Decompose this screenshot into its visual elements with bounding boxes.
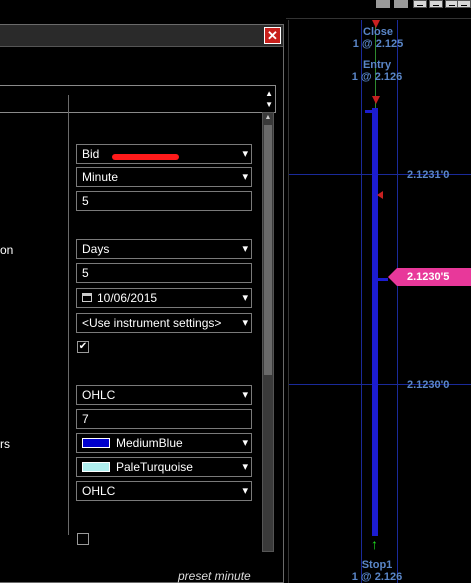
style-type-select[interactable]: OHLC ▾ — [76, 481, 252, 501]
color-swatch — [82, 461, 110, 472]
price-axis-label: 2.1231'0 — [407, 169, 450, 181]
chevron-down-icon: ▾ — [242, 437, 248, 449]
days-to-load-input[interactable]: 5 — [76, 263, 252, 283]
chart-panel[interactable]: ↑ Close 1 @ 2.125 Entry 1 @ 2.126 Stop1 … — [288, 20, 471, 583]
option-checkbox-unchecked[interactable] — [77, 533, 89, 545]
window-tab-1[interactable] — [376, 0, 390, 8]
properties-scrollbar[interactable]: ▲ — [262, 112, 274, 552]
order-detail: 1 @ 2.126 — [351, 571, 403, 583]
stop-arrow-icon: ↑ — [371, 536, 378, 552]
select-value: <Use instrument settings> — [82, 316, 222, 330]
order-detail: 1 @ 2.125 — [352, 38, 404, 50]
close-window-icon[interactable] — [457, 0, 471, 8]
load-by-select[interactable]: Days ▾ — [76, 239, 252, 259]
scroll-thumb[interactable] — [264, 125, 272, 375]
current-price-tag: 2.1230'5 — [388, 268, 471, 286]
bar-close-tick — [378, 278, 388, 281]
order-label-entry[interactable]: Entry 1 @ 2.126 — [339, 59, 415, 83]
input-value: 5 — [82, 194, 89, 208]
date-value: 10/06/2015 — [97, 291, 158, 305]
dialog-title-bar[interactable]: ✕ — [0, 25, 283, 47]
bar-open-tick — [365, 110, 373, 113]
bar-width-input[interactable]: 7 — [76, 409, 252, 429]
bar-value-input[interactable]: 5 — [76, 191, 252, 211]
entry-marker-icon — [372, 96, 380, 104]
input-value: 5 — [82, 266, 89, 280]
chart-border — [286, 18, 471, 19]
chevron-down-icon: ▾ — [242, 485, 248, 497]
option-checkbox-checked[interactable]: ✔ — [77, 341, 89, 353]
select-value: Minute — [82, 170, 119, 184]
bar-type-select[interactable]: Minute ▾ — [76, 167, 252, 187]
scroll-up-icon[interactable]: ▲ — [263, 113, 273, 123]
select-value: MediumBlue — [116, 436, 183, 450]
color-down-select[interactable]: PaleTurquoise ▾ — [76, 457, 252, 477]
select-value: Bid — [82, 147, 100, 161]
order-name: Close — [363, 26, 393, 38]
chevron-down-icon: ▾ — [242, 171, 248, 183]
order-detail: 1 @ 2.126 — [351, 71, 403, 83]
restore-icon[interactable] — [429, 0, 443, 8]
select-value: OHLC — [82, 388, 116, 402]
chart-style-select[interactable]: OHLC ▾ — [76, 385, 252, 405]
calendar-icon — [82, 293, 92, 303]
input-value: 7 — [82, 412, 89, 426]
annotation-mark — [112, 154, 179, 160]
close-icon[interactable]: ✕ — [264, 27, 281, 44]
chevron-down-icon: ▾ — [242, 148, 248, 160]
end-date-picker[interactable]: 10/06/2015 ▾ — [76, 288, 252, 308]
order-label-stop[interactable]: Stop1 1 @ 2.126 — [339, 559, 415, 583]
price-axis-label: 2.1230'0 — [407, 379, 450, 391]
minimize-icon[interactable] — [413, 0, 427, 8]
select-value: OHLC — [82, 484, 116, 498]
order-label-close[interactable]: Close 1 @ 2.125 — [343, 26, 413, 50]
property-label: rs — [0, 437, 10, 451]
chevron-down-icon: ▾ — [242, 389, 248, 401]
execution-marker-icon — [377, 191, 383, 199]
order-name: Stop1 — [361, 559, 393, 571]
trading-hours-select[interactable]: <Use instrument settings> ▾ — [76, 313, 252, 333]
ohlc-bar[interactable] — [372, 108, 378, 536]
order-name: Entry — [362, 59, 392, 71]
chevron-down-icon: ▾ — [242, 292, 248, 304]
vertical-gridline — [397, 20, 398, 583]
chevron-down-icon: ▾ — [242, 317, 248, 329]
property-label: on — [0, 243, 14, 257]
preset-label[interactable]: preset minute — [178, 569, 251, 583]
chevron-down-icon: ▾ — [242, 243, 248, 255]
vertical-gridline — [361, 20, 362, 583]
select-value: PaleTurquoise — [116, 460, 193, 474]
chevron-down-icon: ▾ — [242, 461, 248, 473]
color-swatch — [82, 437, 110, 448]
select-value: Days — [82, 242, 110, 256]
color-up-select[interactable]: MediumBlue ▾ — [76, 433, 252, 453]
window-tab-2[interactable] — [394, 0, 408, 8]
